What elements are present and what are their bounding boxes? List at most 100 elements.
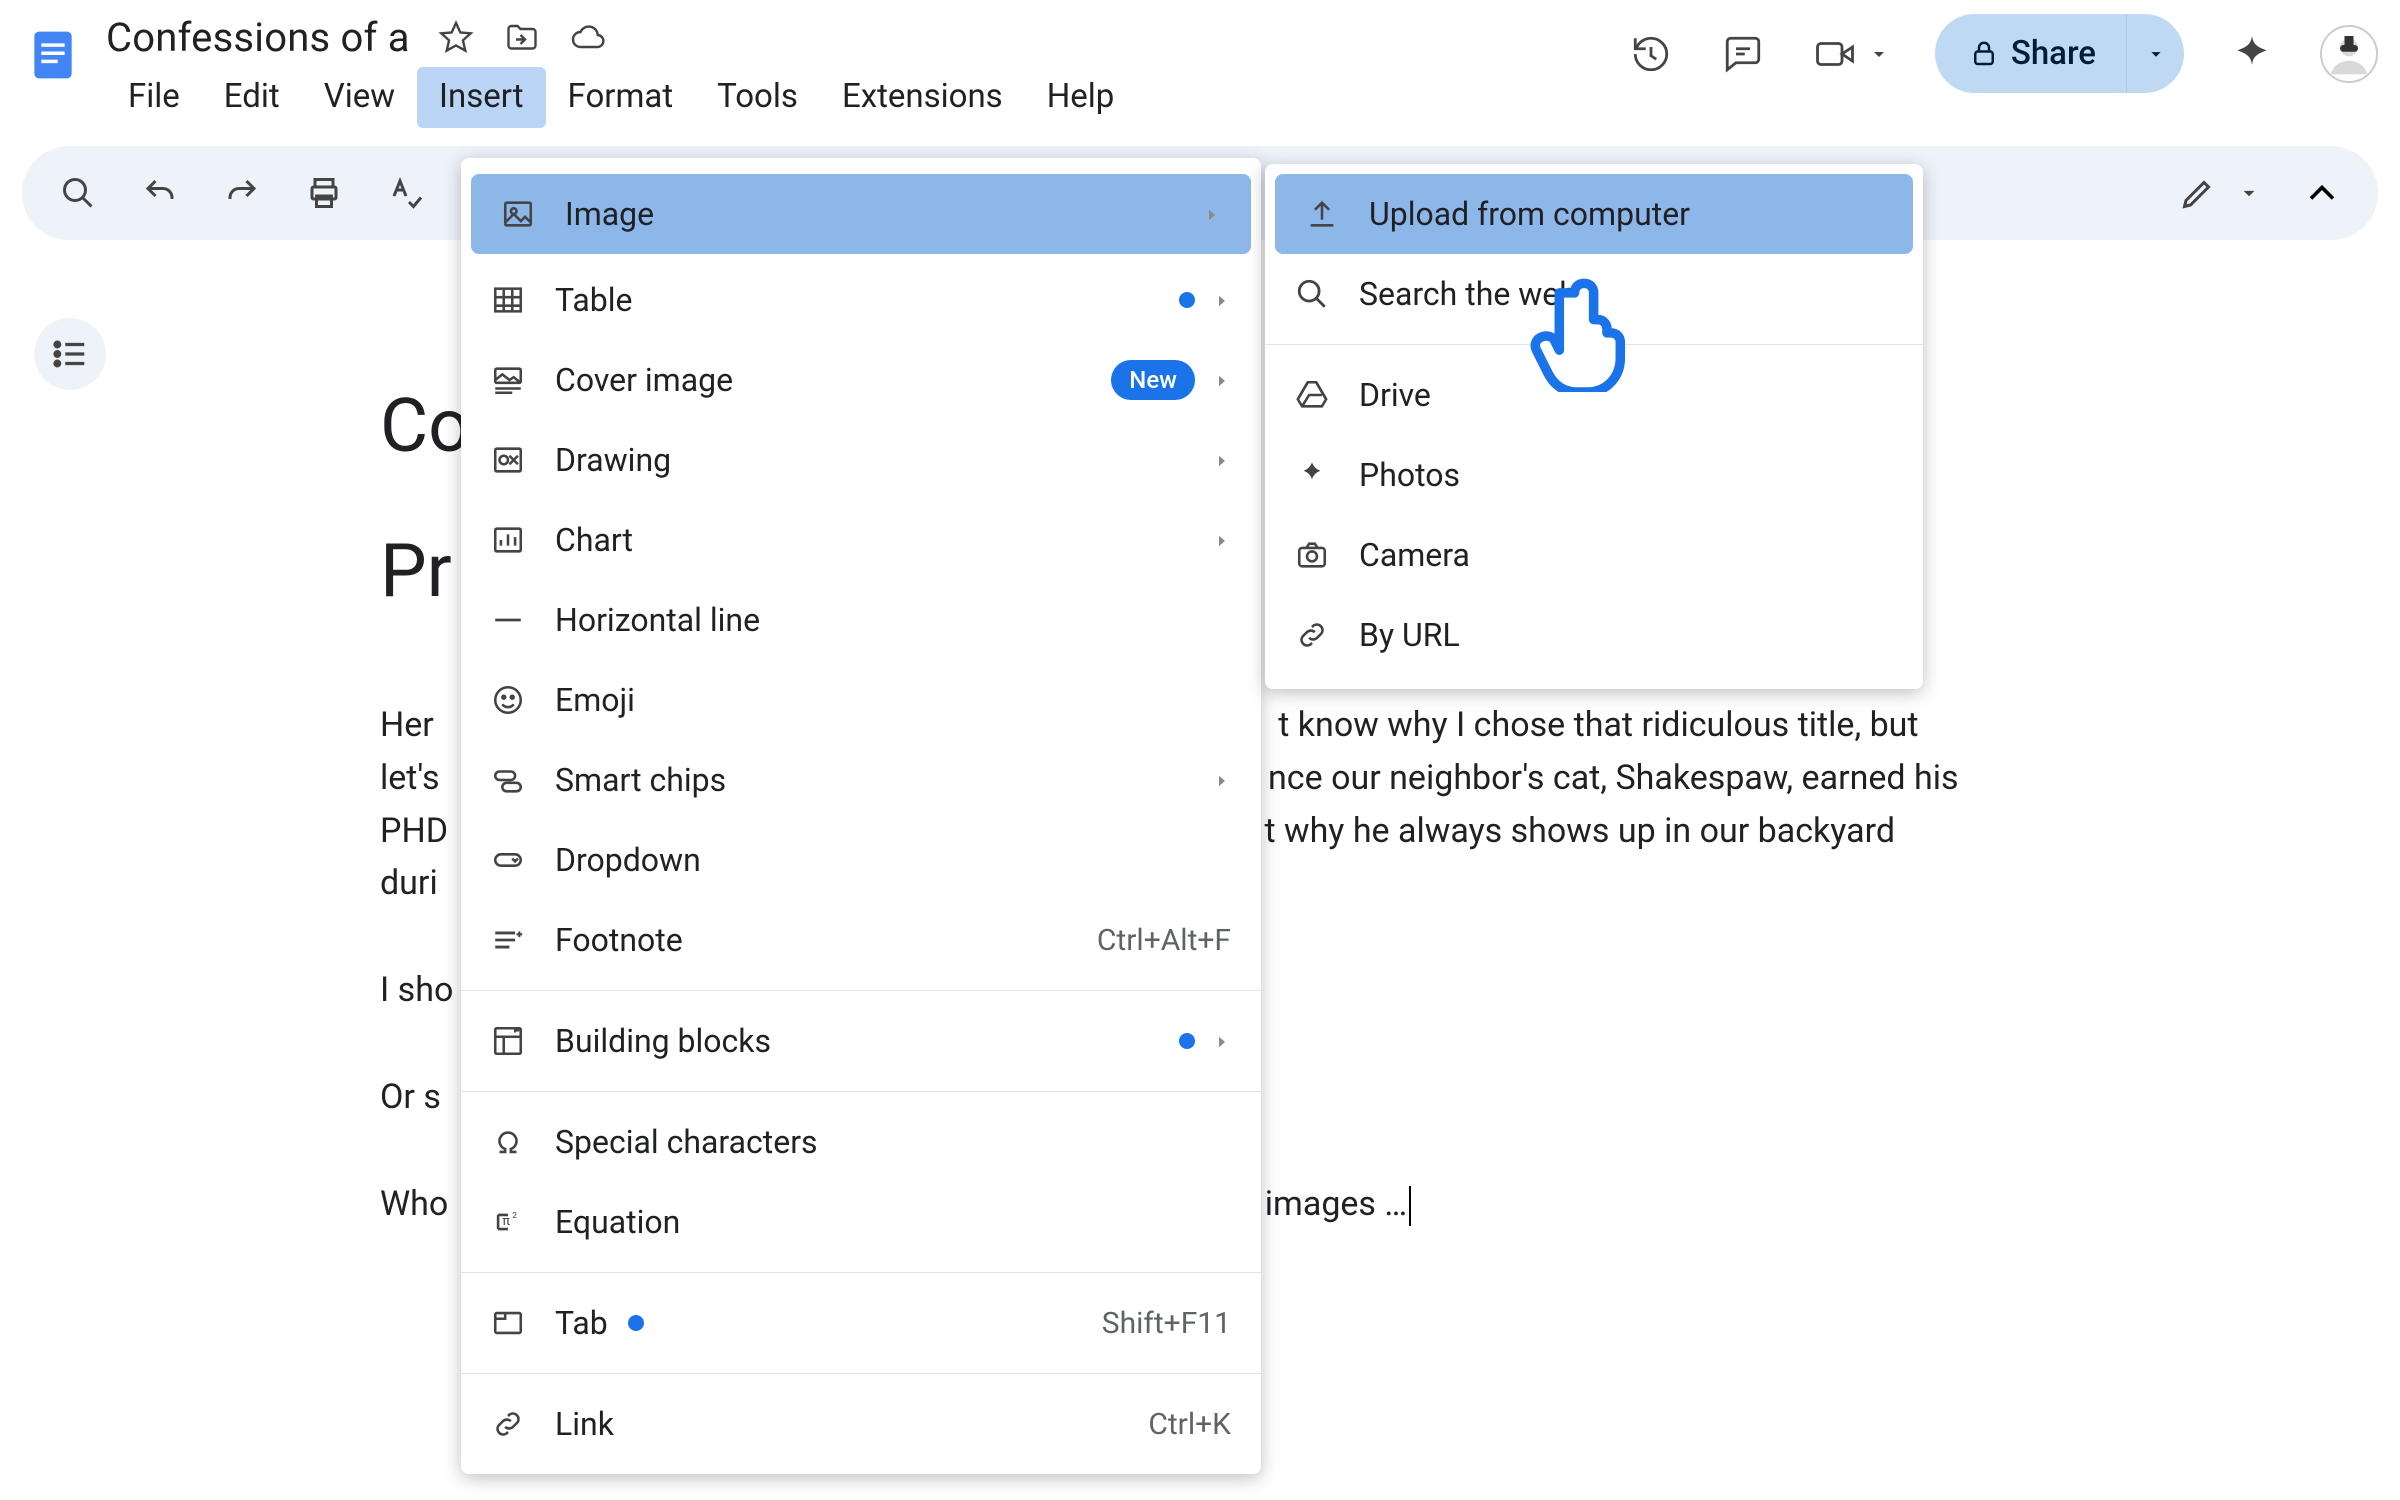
undo-icon[interactable]	[138, 171, 182, 215]
menu-item-label: Drawing	[555, 441, 671, 479]
drive-icon	[1291, 374, 1333, 416]
header: Confessions of a File Edit View Insert F…	[0, 0, 2400, 128]
horizontal-line-icon	[487, 599, 529, 641]
search-icon	[1291, 273, 1333, 315]
video-dropdown-icon[interactable]	[1867, 30, 1891, 78]
menu-format[interactable]: Format	[546, 67, 696, 128]
menu-help[interactable]: Help	[1025, 67, 1137, 128]
menu-item-cover-image[interactable]: Cover image New	[461, 340, 1261, 420]
comments-icon[interactable]	[1719, 30, 1767, 78]
footnote-icon	[487, 919, 529, 961]
menu-item-link[interactable]: Link Ctrl+K	[461, 1384, 1261, 1464]
share-button[interactable]: Share	[1935, 14, 2184, 93]
new-indicator-dot	[1179, 292, 1195, 308]
doc-text-fragment: PHD	[380, 811, 448, 851]
menu-item-label: Emoji	[555, 681, 635, 719]
star-icon[interactable]	[436, 18, 476, 58]
menu-item-tab[interactable]: Tab Shift+F11	[461, 1283, 1261, 1363]
menu-file[interactable]: File	[106, 67, 202, 128]
menu-item-label: Dropdown	[555, 841, 701, 879]
doc-text-fragment: let's	[380, 758, 440, 798]
header-right-actions: Share	[1627, 14, 2378, 93]
chart-icon	[487, 519, 529, 561]
outline-toggle-icon[interactable]	[34, 318, 106, 390]
tab-icon	[487, 1302, 529, 1344]
link-icon	[1291, 614, 1333, 656]
gemini-star-icon[interactable]	[2228, 30, 2276, 78]
menu-item-equation[interactable]: π2 Equation	[461, 1182, 1261, 1262]
menu-extensions[interactable]: Extensions	[820, 67, 1025, 128]
menu-item-label: By URL	[1359, 616, 1460, 654]
spellcheck-icon[interactable]	[384, 171, 428, 215]
menu-view[interactable]: View	[302, 67, 417, 128]
menu-item-label: Upload from computer	[1369, 195, 1690, 233]
doc-text-fragment: Her	[380, 705, 434, 745]
submenu-arrow-icon	[1213, 363, 1231, 398]
image-icon	[497, 193, 539, 235]
account-avatar[interactable]	[2320, 25, 2378, 83]
doc-text-fragment: duri	[380, 863, 438, 903]
menu-item-label: Chart	[555, 521, 633, 559]
menu-item-label: Special characters	[555, 1123, 818, 1161]
menu-bar: File Edit View Insert Format Tools Exten…	[106, 67, 1136, 128]
menu-shortcut: Shift+F11	[1102, 1306, 1231, 1341]
docs-logo-icon[interactable]	[22, 14, 84, 96]
document-title[interactable]: Confessions of a	[106, 14, 410, 61]
collapse-toolbar-icon[interactable]	[2300, 171, 2344, 215]
text-caret	[1409, 1186, 1411, 1226]
menu-item-label: Equation	[555, 1203, 680, 1241]
menu-tools[interactable]: Tools	[695, 67, 820, 128]
print-icon[interactable]	[302, 171, 346, 215]
menu-shortcut: Ctrl+Alt+F	[1097, 923, 1231, 958]
editing-mode-icon[interactable]	[2176, 171, 2220, 215]
link-icon	[487, 1403, 529, 1445]
menu-item-dropdown[interactable]: Dropdown	[461, 820, 1261, 900]
new-indicator-dot	[628, 1315, 644, 1331]
image-submenu: Upload from computer Search the web Driv…	[1265, 164, 1923, 689]
share-label: Share	[2011, 34, 2096, 73]
submenu-by-url[interactable]: By URL	[1265, 595, 1923, 675]
video-call-icon[interactable]	[1811, 30, 1859, 78]
svg-text:2: 2	[512, 1211, 517, 1221]
cover-image-icon	[487, 359, 529, 401]
camera-icon	[1291, 534, 1333, 576]
menu-divider	[461, 1373, 1261, 1374]
menu-divider	[461, 1272, 1261, 1273]
cloud-status-icon[interactable]	[568, 18, 608, 58]
search-icon[interactable]	[56, 171, 100, 215]
dropdown-icon	[487, 839, 529, 881]
menu-item-horizontal-line[interactable]: Horizontal line	[461, 580, 1261, 660]
submenu-arrow-icon	[1213, 523, 1231, 558]
menu-item-image[interactable]: Image	[471, 174, 1251, 254]
history-icon[interactable]	[1627, 30, 1675, 78]
equation-icon: π2	[487, 1201, 529, 1243]
svg-text:π: π	[502, 1214, 510, 1229]
submenu-photos[interactable]: Photos	[1265, 435, 1923, 515]
share-dropdown-icon[interactable]	[2126, 14, 2184, 93]
menu-item-drawing[interactable]: Drawing	[461, 420, 1261, 500]
move-folder-icon[interactable]	[502, 18, 542, 58]
building-blocks-icon	[487, 1020, 529, 1062]
menu-divider	[461, 990, 1261, 991]
upload-icon	[1301, 193, 1343, 235]
submenu-camera[interactable]: Camera	[1265, 515, 1923, 595]
menu-item-table[interactable]: Table	[461, 260, 1261, 340]
menu-item-building-blocks[interactable]: Building blocks	[461, 1001, 1261, 1081]
submenu-arrow-icon	[1213, 1024, 1231, 1059]
submenu-arrow-icon	[1213, 763, 1231, 798]
menu-item-label: Table	[555, 281, 632, 319]
redo-icon[interactable]	[220, 171, 264, 215]
doc-heading-fragment: Co	[380, 383, 470, 470]
submenu-arrow-icon	[1213, 443, 1231, 478]
menu-item-emoji[interactable]: Emoji	[461, 660, 1261, 740]
menu-item-label: Camera	[1359, 536, 1470, 574]
menu-item-footnote[interactable]: Footnote Ctrl+Alt+F	[461, 900, 1261, 980]
menu-item-chart[interactable]: Chart	[461, 500, 1261, 580]
menu-item-smart-chips[interactable]: Smart chips	[461, 740, 1261, 820]
editing-mode-dropdown-icon[interactable]	[2236, 171, 2262, 215]
submenu-upload-from-computer[interactable]: Upload from computer	[1275, 174, 1913, 254]
menu-item-special-characters[interactable]: Special characters	[461, 1102, 1261, 1182]
insert-menu: Image Table Cover image New Drawing Char…	[461, 158, 1261, 1474]
menu-insert[interactable]: Insert	[417, 67, 546, 128]
menu-edit[interactable]: Edit	[202, 67, 302, 128]
